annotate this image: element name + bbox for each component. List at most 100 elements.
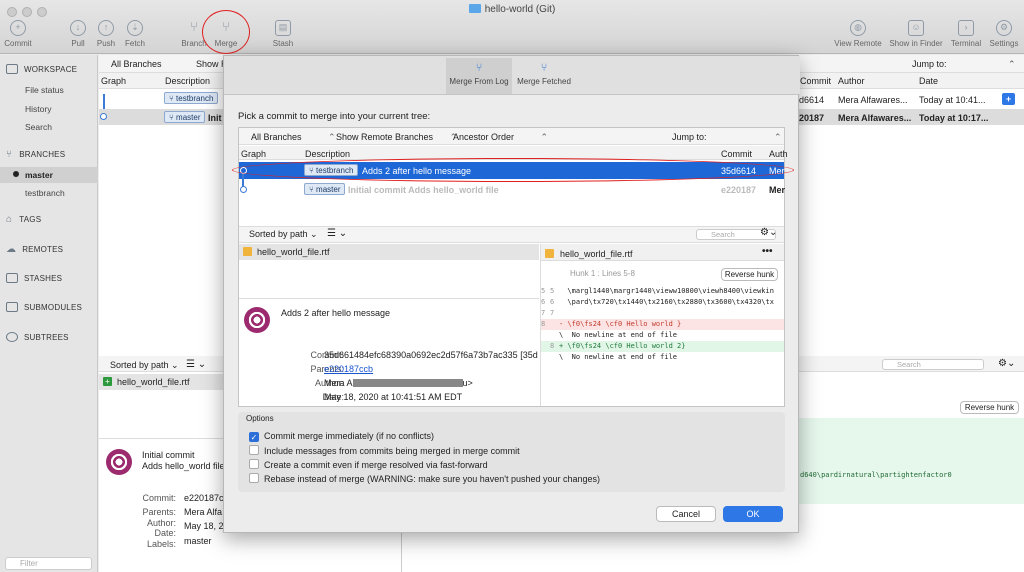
commit-message: Adds 2 after hello message [281,308,391,318]
file-name: hello_world_file.rtf [117,377,190,387]
modified-file-icon [243,247,252,256]
diff-line-added: 8 + \f0\fs24 \cf0 Hello world 2} [541,341,784,352]
terminal-icon: › [958,20,974,36]
reverse-hunk-button[interactable]: Reverse hunk [721,268,778,281]
graph-column-header[interactable]: Graph [241,149,266,159]
all-branches-dropdown[interactable]: All Branches ⌃ [251,132,336,143]
sorted-by-path-dropdown[interactable]: Sorted by path ⌄ [249,229,318,240]
stash-button[interactable]: ▤ Stash [259,20,307,48]
table-row-author: Mera Alfawares... [838,95,908,105]
table-row-description: Init [208,113,222,123]
diff-lines: 55 \margl1440\margr1440\vieww10800\viewh… [541,286,784,363]
options-title: Options [246,414,274,423]
cloud-icon: ☁ [6,244,17,255]
ok-button[interactable]: OK [723,506,783,522]
table-row-date: Today at 10:17... [919,113,989,123]
commit-value[interactable]: 35d661484efc68390a0692ec2d57f6a73b7ac335… [324,350,538,360]
sidebar-section-submodules[interactable]: SUBMODULES [6,302,82,312]
author-column-header[interactable]: Author [838,76,865,86]
table-row-author: Mera Alfawares... [838,113,912,123]
date-column-header[interactable]: Date [919,76,938,86]
stash-icon [6,273,18,283]
rebase-checkbox[interactable]: Rebase instead of merge (WARNING: make s… [249,473,600,484]
all-branches-dropdown[interactable]: All Branches [111,59,162,69]
sidebar-item-file-status[interactable]: File status [25,85,64,95]
commit-label: Commit: [142,493,177,503]
fetch-button[interactable]: ⇣ Fetch [111,20,159,48]
commit-value[interactable]: e220187c [184,493,224,503]
reverse-hunk-button[interactable]: Reverse hunk [960,401,1019,414]
commit-node-icon [240,186,247,193]
commit-immediately-checkbox[interactable]: ✓ Commit merge immediately (if no conflic… [249,431,434,442]
testbranch-tag[interactable]: ⑂ testbranch [164,92,219,104]
diff-line: 55 \margl1440\margr1440\vieww10800\viewh… [541,287,774,295]
sidebar-item-search[interactable]: Search [25,122,52,132]
stash-icon: ▤ [275,20,291,36]
plus-icon: + [10,20,26,36]
sidebar-section-remotes[interactable]: ☁ REMOTES [6,244,63,255]
sidebar-section-branches[interactable]: ⑂ BRANCHES [6,149,65,160]
parents-value[interactable]: Mera Alfa [184,507,222,517]
create-commit-checkbox[interactable]: Create a commit even if merge resolved v… [249,459,488,470]
current-branch-dot-icon [13,171,19,177]
sorted-by-path-dropdown[interactable]: Sorted by path ⌄ [110,360,179,371]
divider [99,438,223,439]
window-title: hello-world (Git) [0,4,1024,15]
gear-icon[interactable]: ⚙⌄ [998,358,1015,369]
include-messages-checkbox[interactable]: Include messages from commits being merg… [249,445,520,456]
show-remote-branches-dropdown[interactable]: Show Remote Branches ⌃ [336,132,457,143]
sidebar-section-workspace[interactable]: WORKSPACE [6,64,77,74]
subtree-icon [6,332,18,342]
gear-icon[interactable]: ⚙⌄ [760,227,777,238]
sidebar-item-history[interactable]: History [25,104,51,114]
commit-column-header[interactable]: Commit [721,149,752,159]
commit-button[interactable]: + Commit [0,20,42,48]
graph-column-header[interactable]: Graph [101,76,126,86]
diff-line-removed: 8- \f0\fs24 \cf0 Hello world } [541,319,784,330]
cancel-button[interactable]: Cancel [656,506,716,522]
sidebar-section-stashes[interactable]: STASHES [6,273,62,283]
master-tag[interactable]: ⑂ master [164,111,206,123]
merge-dialog: ⑂ Merge From Log ⑂ Merge Fetched Pick a co… [223,55,800,533]
labels-value: master [184,536,212,546]
description-column-header[interactable]: Description [165,76,210,86]
search-input[interactable]: Search [882,359,984,370]
submodule-icon [6,302,18,312]
merge-highlight-circle [202,10,250,54]
commit-column-header[interactable]: Commit [800,76,831,86]
sidebar-section-subtrees[interactable]: SUBTREES [6,332,69,342]
sidebar [0,55,98,572]
checkmark-icon: ✓ [249,432,259,442]
jump-to-arrow-icon[interactable]: ⌃ [774,132,782,143]
jump-to-arrow-icon[interactable]: ⌃ [1008,59,1016,70]
list-view-icon[interactable]: ☰ ⌄ [186,359,206,370]
view-remote-button[interactable]: ◍ View Remote [830,20,886,48]
author-column-header[interactable]: Auth [769,149,788,159]
row-commit: e220187 [721,185,757,195]
parents-link[interactable]: e220187ccb [324,364,373,374]
sidebar-section-tags[interactable]: ⌂ TAGS [6,214,41,225]
diff-added-block [799,418,1024,504]
branch-icon: ⑂ [190,19,198,34]
parents-label: Parents: [142,507,176,517]
gear-icon: ⚙ [996,20,1012,36]
show-in-finder-button[interactable]: ☺ Show in Finder [887,20,945,48]
master-tag[interactable]: ⑂ master [304,183,346,195]
sidebar-item-testbranch[interactable]: testbranch [25,188,65,198]
terminal-button[interactable]: › Terminal [944,20,988,48]
tab-merge-fetched[interactable]: ⑂ Merge Fetched [512,58,576,94]
more-icon[interactable]: ••• [762,246,773,257]
settings-button[interactable]: ⚙ Settings [984,20,1024,48]
diff-line: \ No newline at end of file [559,331,678,339]
sidebar-item-master[interactable]: master [25,170,53,180]
add-button[interactable]: + [1002,93,1015,105]
modified-file-icon [545,249,554,258]
monitor-icon [6,64,18,74]
sidebar-filter-input[interactable]: Filter [5,557,92,570]
list-view-icon[interactable]: ☰ ⌄ [327,228,347,239]
tab-merge-from-log[interactable]: ⑂ Merge From Log [446,58,512,94]
ancestor-order-dropdown[interactable]: Ancestor Order ⌃ [453,132,548,143]
description-column-header[interactable]: Description [305,149,350,159]
diff-line: 77 [541,309,555,317]
author-value: Mera Au> [324,378,473,388]
